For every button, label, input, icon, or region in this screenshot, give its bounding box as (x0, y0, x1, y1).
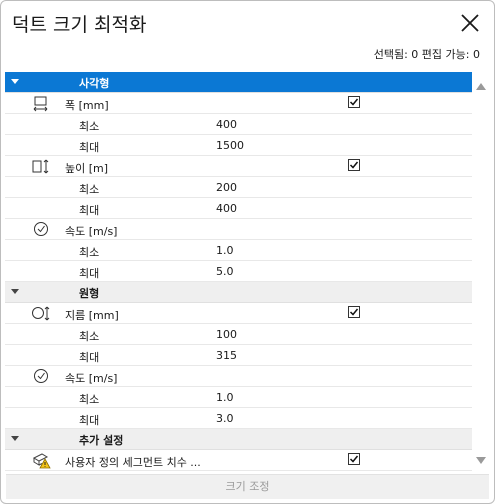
custom-segment-checkbox[interactable] (348, 453, 360, 465)
property-label: 높이 [m] (65, 162, 109, 175)
round-velocity-min-row[interactable]: 최소 1.0 (5, 387, 472, 408)
property-custom-segment[interactable]: 사용자 정의 세그먼트 치수 ... (5, 450, 472, 471)
height-max-row[interactable]: 최대 400 (5, 198, 472, 219)
min-label: 최소 (79, 183, 100, 196)
group-label: 추가 설정 (79, 434, 124, 447)
max-label: 최대 (79, 351, 100, 364)
scroll-up-icon[interactable] (476, 83, 486, 90)
group-extra-settings[interactable]: 추가 설정 (5, 429, 472, 450)
property-label: 속도 [m/s] (65, 372, 118, 385)
resize-button[interactable]: 크기 조정 (6, 474, 489, 499)
property-round-velocity[interactable]: 속도 [m/s] (5, 366, 472, 387)
diameter-min-row[interactable]: 최소 100 (5, 324, 472, 345)
max-label: 최대 (79, 267, 100, 280)
group-round[interactable]: 원형 (5, 282, 472, 303)
group-rectangle[interactable]: 사각형 (5, 72, 472, 93)
group-label: 원형 (79, 287, 100, 300)
property-label: 지름 [mm] (65, 309, 119, 322)
checkmark-icon (349, 98, 359, 106)
group-label: 사각형 (79, 77, 110, 90)
min-label: 최소 (79, 393, 100, 406)
min-label: 최소 (79, 246, 100, 259)
property-label: 사용자 정의 세그먼트 치수 ... (65, 456, 201, 469)
property-diameter[interactable]: 지름 [mm] (5, 303, 472, 324)
min-value[interactable]: 100 (216, 328, 237, 341)
collapse-icon[interactable] (11, 436, 19, 441)
title-bar: 덕트 크기 최적화 (1, 1, 494, 45)
height-min-row[interactable]: 최소 200 (5, 177, 472, 198)
velocity-min-row[interactable]: 최소 1.0 (5, 240, 472, 261)
min-label: 최소 (79, 330, 100, 343)
min-value[interactable]: 200 (216, 181, 237, 194)
max-value[interactable]: 315 (216, 349, 237, 362)
checkmark-icon (349, 308, 359, 316)
velocity-icon (30, 220, 52, 238)
custom-segment-warning-icon (30, 451, 52, 469)
property-label: 속도 [m/s] (65, 225, 118, 238)
diameter-max-row[interactable]: 최대 315 (5, 345, 472, 366)
height-icon (30, 157, 52, 175)
velocity-icon (30, 367, 52, 385)
close-icon[interactable] (458, 11, 482, 35)
width-min-row[interactable]: 최소 400 (5, 114, 472, 135)
min-value[interactable]: 1.0 (216, 391, 234, 404)
max-label: 최대 (79, 141, 100, 154)
max-value[interactable]: 1500 (216, 139, 244, 152)
diameter-checkbox[interactable] (348, 306, 360, 318)
selection-status: 선택됨: 0 편집 가능: 0 (373, 48, 480, 61)
max-label: 최대 (79, 204, 100, 217)
property-width[interactable]: 폭 [mm] (5, 93, 472, 114)
max-value[interactable]: 400 (216, 202, 237, 215)
property-velocity[interactable]: 속도 [m/s] (5, 219, 472, 240)
height-checkbox[interactable] (348, 159, 360, 171)
width-max-row[interactable]: 최대 1500 (5, 135, 472, 156)
velocity-max-row[interactable]: 최대 5.0 (5, 261, 472, 282)
scroll-down-icon[interactable] (476, 457, 486, 464)
width-checkbox[interactable] (348, 96, 360, 108)
checkmark-icon (349, 455, 359, 463)
dialog-window: 덕트 크기 최적화 선택됨: 0 편집 가능: 0 사각형 폭 [mm] 최소 (0, 0, 495, 504)
min-value[interactable]: 1.0 (216, 244, 234, 257)
diameter-icon (30, 304, 52, 322)
collapse-icon[interactable] (11, 79, 19, 84)
property-label: 폭 [mm] (65, 99, 109, 112)
max-label: 최대 (79, 414, 100, 427)
min-value[interactable]: 400 (216, 118, 237, 131)
collapse-icon[interactable] (11, 289, 19, 294)
round-velocity-max-row[interactable]: 최대 3.0 (5, 408, 472, 429)
vertical-scrollbar[interactable] (472, 72, 490, 468)
max-value[interactable]: 5.0 (216, 265, 234, 278)
window-title: 덕트 크기 최적화 (12, 14, 147, 36)
property-list: 사각형 폭 [mm] 최소 400 최대 1500 높이 [m] 최소 200 … (5, 72, 472, 471)
checkmark-icon (349, 161, 359, 169)
property-height[interactable]: 높이 [m] (5, 156, 472, 177)
width-icon (30, 94, 52, 112)
min-label: 최소 (79, 120, 100, 133)
max-value[interactable]: 3.0 (216, 412, 234, 425)
